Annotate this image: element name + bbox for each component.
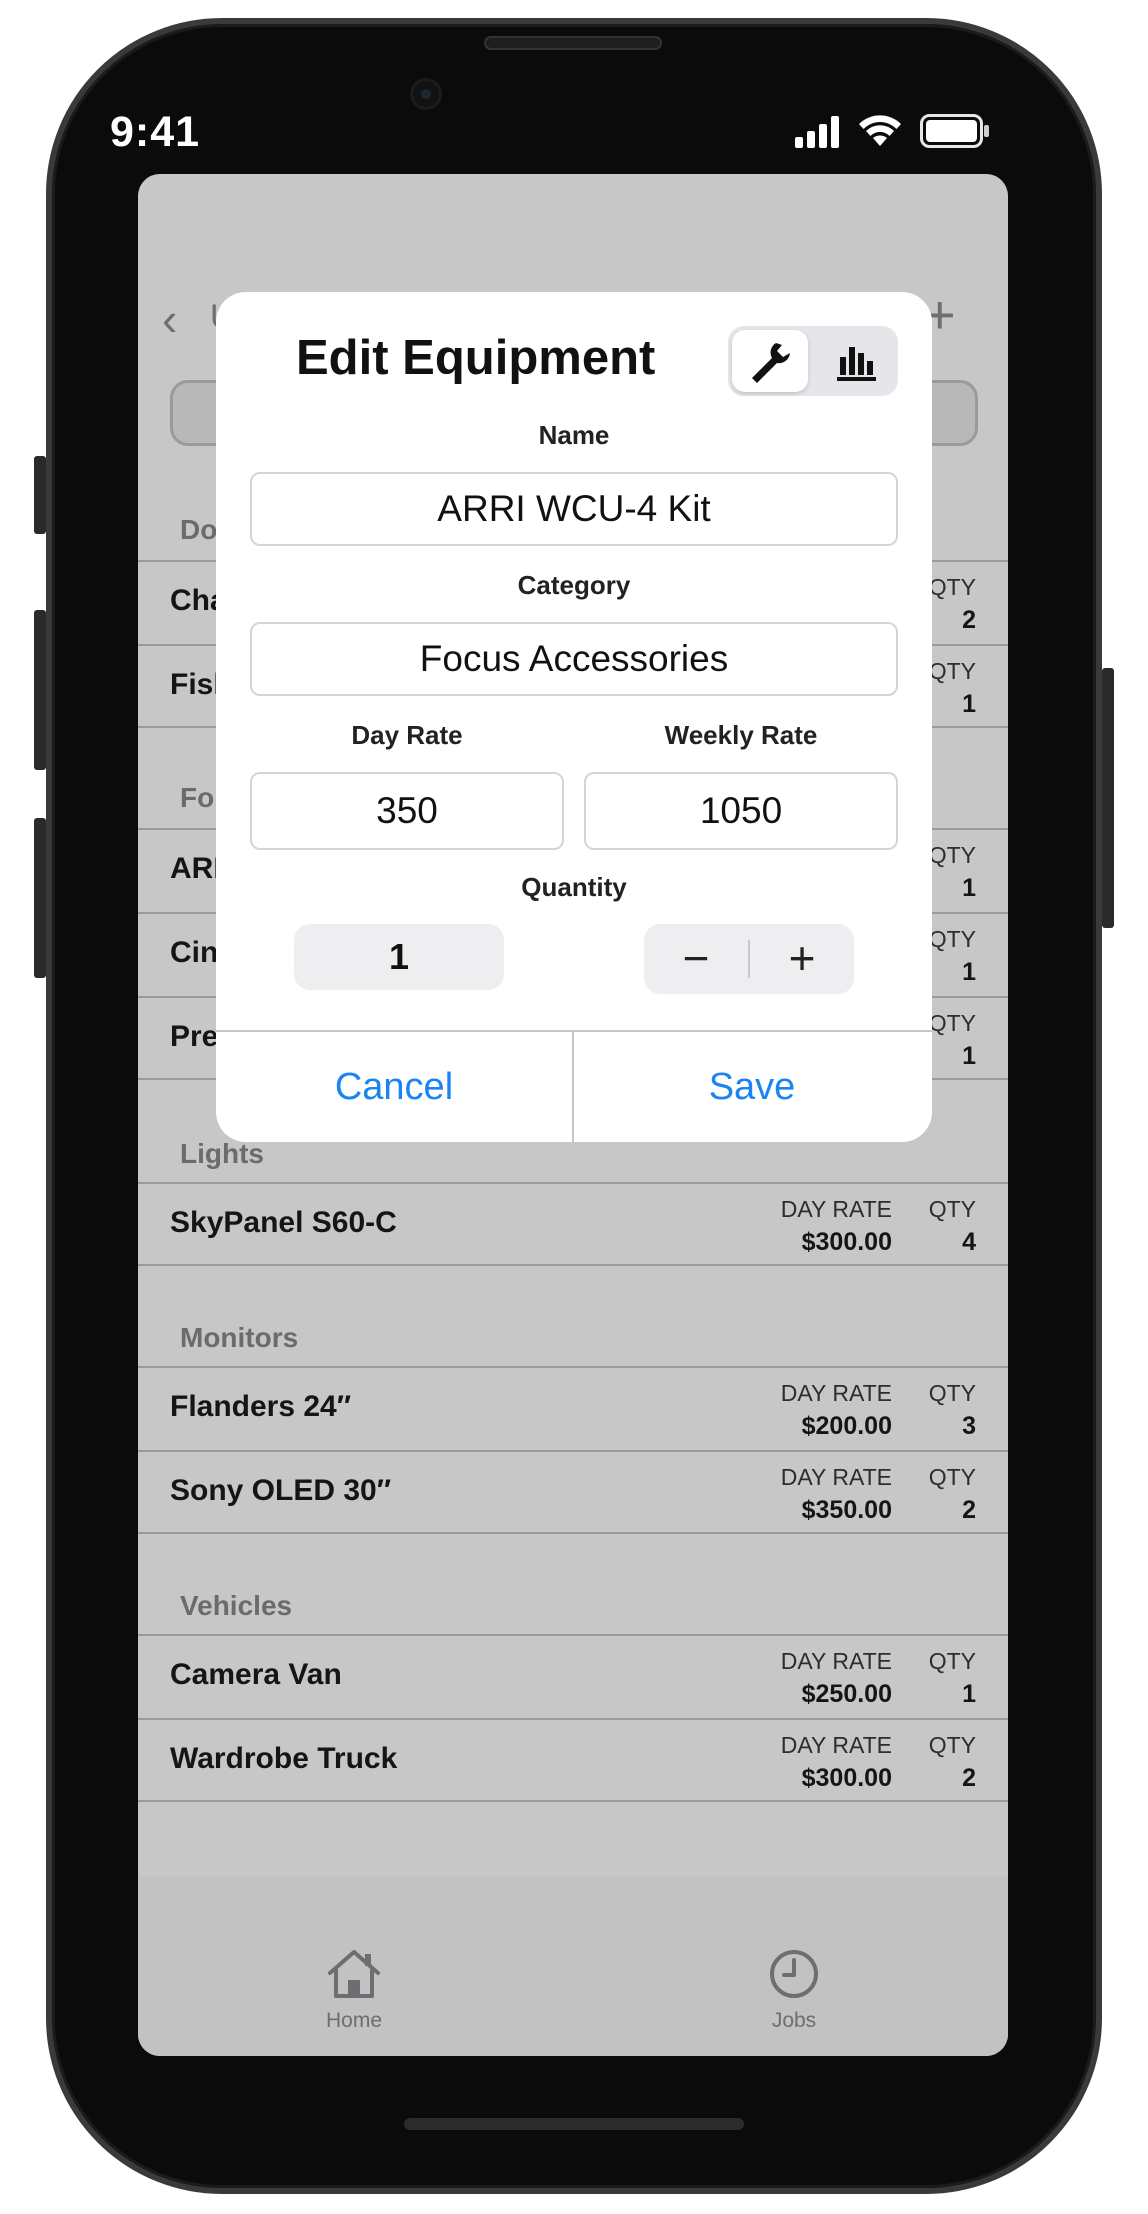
name-label: Name	[538, 420, 610, 450]
power-button	[1102, 668, 1114, 928]
battery-icon	[920, 114, 989, 148]
category-label: Category	[517, 570, 631, 600]
front-camera	[410, 78, 442, 110]
volume-up-button	[34, 610, 46, 770]
name-field[interactable]	[250, 472, 898, 546]
save-button[interactable]: Save	[574, 1032, 930, 1142]
weekly-rate-field[interactable]	[584, 772, 898, 850]
chart-bars-icon[interactable]	[832, 337, 880, 385]
quantity-stepper[interactable]: − +	[644, 924, 854, 994]
cellular-signal-icon	[795, 116, 839, 148]
weekly-rate-label: Weekly Rate	[664, 720, 818, 750]
dialog-title: Edit Equipment	[296, 331, 656, 385]
wifi-icon	[859, 115, 901, 146]
day-rate-label: Day Rate	[351, 720, 463, 750]
wrench-icon[interactable]	[746, 337, 794, 385]
quantity-label: Quantity	[521, 872, 627, 902]
decrement-button[interactable]: −	[644, 924, 748, 994]
day-rate-field[interactable]	[250, 772, 564, 850]
increment-button[interactable]: +	[750, 924, 854, 994]
edit-equipment-dialog: Edit Equipment Name Category Day Rate We…	[216, 292, 932, 1142]
home-indicator	[404, 2118, 744, 2130]
segmented-control[interactable]	[728, 326, 898, 396]
mute-switch	[34, 456, 46, 534]
cancel-button[interactable]: Cancel	[216, 1032, 572, 1142]
category-field[interactable]	[250, 622, 898, 696]
volume-down-button	[34, 818, 46, 978]
speaker-grille	[484, 36, 662, 50]
status-time: 9:41	[110, 108, 201, 156]
quantity-value: 1	[294, 924, 504, 990]
